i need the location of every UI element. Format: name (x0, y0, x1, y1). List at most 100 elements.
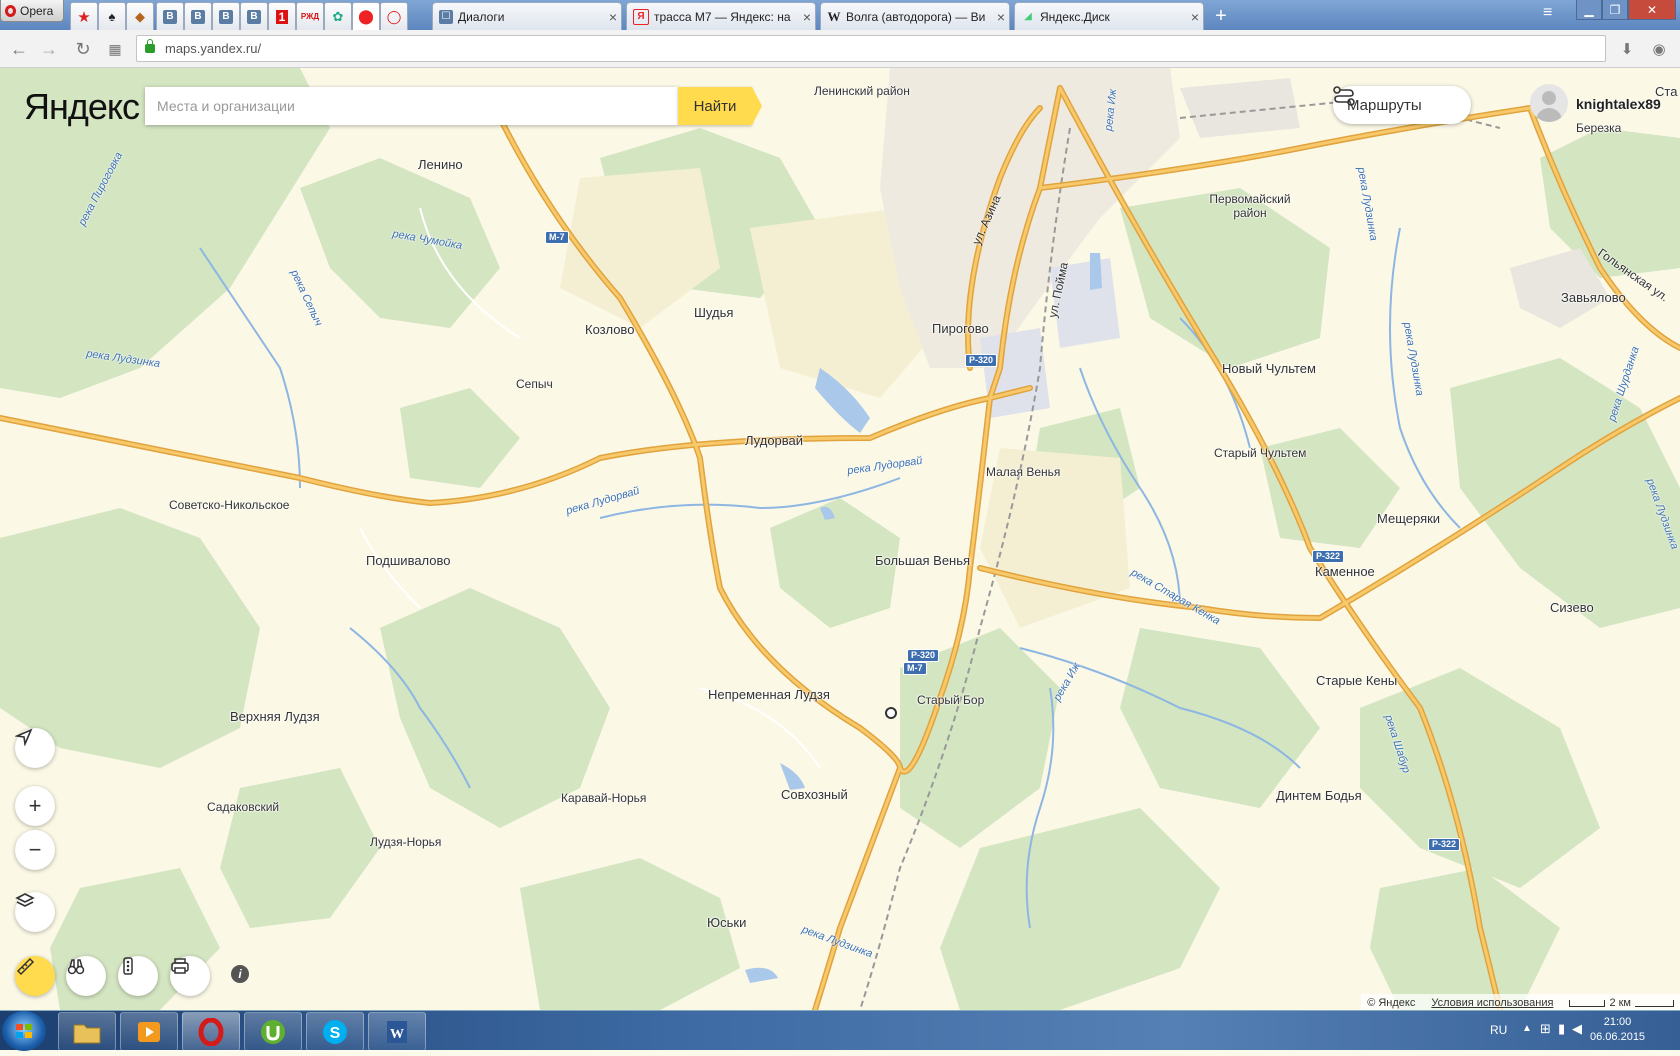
plus-icon: + (28, 793, 42, 818)
geolocation-button[interactable] (15, 728, 55, 768)
tab-1[interactable]: Я трасса М7 — Яндекс: на × (626, 2, 816, 30)
tab-title: Волга (автодорога) — Ви (846, 9, 986, 24)
start-button[interactable] (2, 1011, 46, 1051)
url-text: maps.yandex.ru/ (165, 41, 262, 56)
layers-icon (15, 893, 35, 907)
place-label: Завьялово (1561, 290, 1626, 305)
search-input[interactable]: Места и организации (145, 87, 678, 125)
back-icon[interactable]: ← (8, 38, 30, 60)
routes-button[interactable]: Маршруты (1333, 86, 1471, 124)
tab-3[interactable]: ◢ Яндекс.Диск × (1014, 2, 1204, 30)
pinned-tab-vk-4[interactable]: В (240, 2, 268, 30)
volume-icon[interactable]: ◀ (1572, 1021, 1582, 1037)
clock-time: 21:00 (1603, 1016, 1632, 1028)
windows-flag-icon[interactable]: ⊞ (1540, 1021, 1551, 1037)
traffic-button[interactable] (118, 956, 158, 996)
place-label: Каменное (1315, 564, 1375, 579)
zoom-out-button[interactable]: − (15, 830, 55, 870)
place-label: Верхняя Лудзя (230, 709, 320, 724)
panorama-button[interactable] (66, 956, 106, 996)
ruler-button[interactable] (15, 956, 55, 996)
pinned-tab-yandex-maps[interactable]: ⬤ (352, 2, 380, 30)
taskbar-opera[interactable] (182, 1012, 240, 1051)
map-pin-icon: ⬤ (358, 8, 374, 24)
clock[interactable]: 21:00 06.06.2015 (1590, 1015, 1645, 1045)
pinned-tab-star[interactable]: ★ (70, 2, 98, 30)
map-background (0, 68, 1680, 1010)
place-label: Ленинский район (814, 84, 910, 98)
taskbar-skype[interactable]: S (306, 1012, 364, 1051)
rzd-icon: РЖД (300, 12, 320, 21)
show-hidden-icons-icon[interactable]: ▲ (1522, 1023, 1532, 1034)
road-shield: Р-320 (965, 354, 998, 367)
layers-button[interactable] (15, 892, 55, 932)
info-icon[interactable]: i (231, 965, 249, 983)
find-button[interactable]: Найти (678, 87, 762, 125)
disk-icon: ◢ (1024, 11, 1032, 22)
minimize-button[interactable]: ▁ (1576, 0, 1602, 20)
pinned-tab-rzd[interactable]: РЖД (296, 2, 324, 30)
zoom-in-button[interactable]: + (15, 786, 55, 826)
pinned-tab-channel-one[interactable]: 1 (268, 2, 296, 30)
search-placeholder: Места и организации (157, 98, 295, 114)
taskbar-explorer[interactable] (58, 1012, 116, 1051)
opera-icon (198, 1017, 224, 1046)
account-icon[interactable]: ◉ (1648, 38, 1670, 60)
place-label: Старый Бор (917, 693, 985, 707)
tab-menu-icon[interactable]: ≡ (1543, 4, 1552, 22)
terms-link[interactable]: Условия использования (1431, 997, 1553, 1009)
place-label: Березка (1576, 121, 1622, 135)
logo-text: Яндекс (24, 86, 140, 127)
reload-icon[interactable]: ↻ (72, 38, 94, 60)
pinned-tab-colorful[interactable]: ✿ (324, 2, 352, 30)
print-button[interactable] (170, 956, 210, 996)
close-icon[interactable]: × (1187, 9, 1203, 25)
network-icon[interactable]: ▮ (1558, 1021, 1565, 1037)
tab-title: Яндекс.Диск (1040, 9, 1110, 24)
close-icon[interactable]: × (993, 9, 1009, 25)
scale-label: 2 км (1609, 997, 1631, 1009)
pinned-tab-opera[interactable]: ◯ (380, 2, 408, 30)
forward-icon[interactable]: → (38, 38, 60, 60)
maximize-button[interactable]: ❐ (1602, 0, 1628, 20)
channel-one-icon: 1 (275, 9, 289, 24)
tab-0[interactable]: ☐ Диалоги × (432, 2, 622, 30)
place-label: Динтем Бодья (1276, 788, 1362, 803)
pinned-tab-vk-1[interactable]: В (156, 2, 184, 30)
location-arrow-icon (15, 728, 33, 746)
place-label: Малая Венья (986, 465, 1061, 479)
close-icon[interactable]: × (799, 9, 815, 25)
pinned-tab-vk-3[interactable]: В (212, 2, 240, 30)
taskbar-utorrent[interactable] (244, 1012, 302, 1051)
place-label: Каравай-Норья (561, 791, 647, 805)
new-tab-button[interactable]: + (1210, 5, 1232, 27)
close-icon[interactable]: × (605, 9, 621, 25)
pinned-tab-spade[interactable]: ♠ (98, 2, 126, 30)
tab-2[interactable]: W Волга (автодорога) — Ви × (820, 2, 1010, 30)
svg-text:S: S (330, 1025, 341, 1042)
opera-menu-button[interactable]: Opera (0, 0, 64, 22)
avatar[interactable] (1530, 84, 1568, 122)
word-icon: W (387, 1020, 407, 1043)
speed-dial-icon[interactable]: ▦ (104, 38, 126, 60)
taskbar-media-player[interactable] (120, 1012, 178, 1051)
tab-title: Диалоги (458, 9, 505, 24)
map-canvas[interactable]: Ленинский район Ленино Первомайский райо… (0, 68, 1680, 1010)
taskbar-word[interactable]: W (368, 1012, 426, 1051)
map-footer: © Яндекс Условия использования 2 км (1361, 994, 1680, 1010)
place-label: Непременная Лудзя (708, 687, 830, 702)
language-indicator[interactable]: RU (1490, 1023, 1507, 1037)
username[interactable]: knightalex89 (1576, 96, 1661, 112)
pinned-tab-vk-2[interactable]: В (184, 2, 212, 30)
close-window-button[interactable]: ✕ (1628, 0, 1676, 20)
folder-icon (73, 1024, 101, 1043)
download-icon[interactable]: ⬇ (1616, 38, 1638, 60)
yandex-logo[interactable]: Яндекс (24, 86, 140, 128)
place-label: Совхозный (781, 787, 848, 802)
address-bar[interactable]: maps.yandex.ru/ (136, 35, 1606, 62)
utorrent-icon (261, 1019, 285, 1044)
road-shield: Р-322 (1428, 838, 1461, 851)
place-label: Лудзя-Норья (370, 835, 442, 849)
pinned-tab-game[interactable]: ◆ (126, 2, 154, 30)
place-label: Советско-Никольское (169, 498, 290, 512)
